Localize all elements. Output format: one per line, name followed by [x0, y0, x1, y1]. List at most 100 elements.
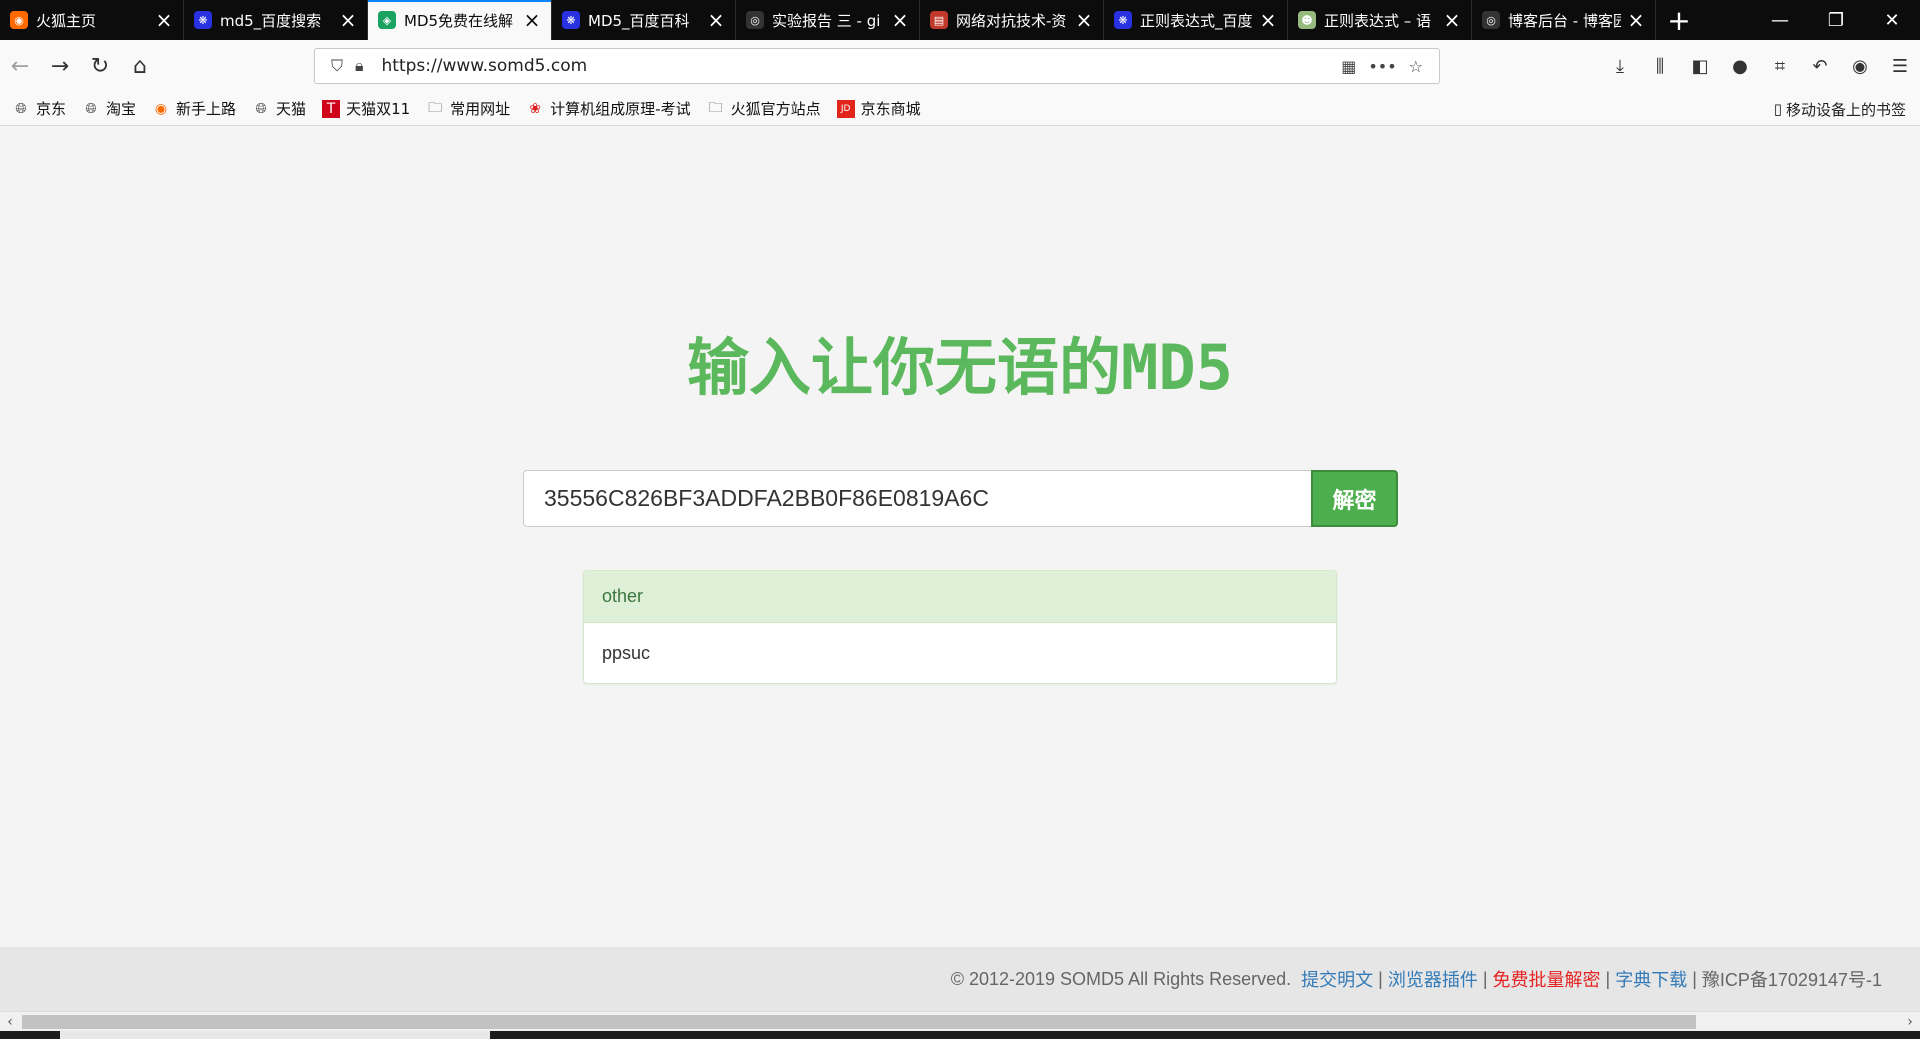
footer-link-submit-plaintext[interactable]: 提交明文 — [1301, 966, 1373, 992]
tab-1[interactable]: ❋ md5_百度搜索 × — [184, 0, 368, 40]
close-window-icon[interactable]: ✕ — [1864, 0, 1920, 40]
bookmark-item[interactable]: ◉ 新手上路 — [152, 98, 236, 119]
bookmark-item[interactable]: 🗀︎ 常用网址 — [426, 98, 510, 119]
tab-title: 博客后台 - 博客园 — [1508, 11, 1621, 30]
close-tab-icon[interactable]: × — [1443, 8, 1461, 32]
page-actions-icon[interactable]: ••• — [1368, 57, 1396, 76]
separator: | — [1692, 968, 1697, 989]
qr-code-icon[interactable]: ▦ — [1341, 57, 1356, 76]
tab-2[interactable]: ◈ MD5免费在线解 × — [368, 0, 552, 40]
toolbar-icons: ⤓ ⫼ ◧ ● ⌗ ↶ ◉ ☰ — [1600, 46, 1920, 86]
footer-link-free-batch-decrypt[interactable]: 免费批量解密 — [1493, 966, 1601, 992]
footer-link-browser-plugin[interactable]: 浏览器插件 — [1388, 966, 1478, 992]
tab-title: 网络对抗技术-资 — [956, 11, 1067, 30]
mobile-bookmarks[interactable]: ▯ 移动设备上的书签 — [1774, 92, 1906, 126]
tab-strip: ◉ 火狐主页 × ❋ md5_百度搜索 × ◈ MD5免费在线解 × ❋ MD5_百度百科 × ◎ 实验报… — [0, 0, 1920, 40]
tab-7[interactable]: ☻ 正则表达式 – 语 × — [1288, 0, 1472, 40]
tab-5[interactable]: ▤ 网络对抗技术-资 × — [920, 0, 1104, 40]
bookmark-label: 淘宝 — [106, 100, 137, 118]
globe-icon: 🌐︎ — [15, 100, 27, 117]
new-tab-button[interactable]: + — [1656, 0, 1702, 40]
icp-license: 豫ICP备17029147号-1 — [1701, 970, 1882, 990]
bookmark-star-icon[interactable]: ☆ — [1409, 57, 1423, 76]
bookmark-item[interactable]: 🌐︎ 京东 — [12, 98, 66, 119]
library-icon[interactable]: ⫼ — [1640, 46, 1680, 86]
separator: | — [1605, 968, 1611, 989]
bookmark-item[interactable]: ❀ 计算机组成原理-考试 — [526, 98, 690, 119]
lock-icon[interactable]: 🔒︎ — [355, 56, 364, 76]
screenshot-crop-icon[interactable]: ⌗ — [1760, 46, 1800, 86]
navigation-toolbar: ← → ↻ ⌂ ⛉ 🔒︎ https://www.somd5.com ▦ •••… — [0, 40, 1920, 92]
reload-icon[interactable]: ↻ — [80, 46, 120, 86]
close-tab-icon[interactable]: × — [1075, 8, 1093, 32]
bookmark-label: 火狐官方站点 — [730, 100, 821, 118]
scroll-left-icon[interactable]: ‹ — [0, 1012, 20, 1032]
baidu-paw-icon: ❋ — [1114, 11, 1132, 29]
bookmark-item[interactable]: 🌐︎ 淘宝 — [82, 98, 136, 119]
github-icon: ◎ — [746, 11, 764, 29]
shield-icon[interactable]: ⛉ — [331, 56, 343, 76]
close-tab-icon[interactable]: × — [1627, 8, 1645, 32]
bookmark-item[interactable]: JD 京东商城 — [836, 98, 921, 119]
account-icon[interactable]: ◉ — [1840, 46, 1880, 86]
firefox-icon: ◉ — [10, 11, 28, 29]
back-icon[interactable]: ← — [0, 46, 40, 86]
bookmark-item[interactable]: T 天猫双11 — [322, 98, 410, 119]
address-bar[interactable]: ⛉ 🔒︎ https://www.somd5.com ▦ ••• ☆ — [314, 48, 1440, 84]
bookmark-label: 京东商城 — [860, 100, 921, 118]
tab-title: MD5免费在线解 — [404, 11, 514, 30]
url-text[interactable]: https://www.somd5.com — [382, 56, 1336, 76]
folder-icon: 🗀︎ — [428, 99, 443, 116]
tab-0[interactable]: ◉ 火狐主页 × — [0, 0, 184, 40]
horizontal-scrollbar[interactable]: ‹ › — [0, 1011, 1920, 1031]
md5-hash-input[interactable] — [523, 470, 1311, 527]
bookmark-label: 新手上路 — [176, 100, 237, 118]
taskbar-strip — [0, 1031, 1920, 1039]
menu-icon[interactable]: ☰ — [1880, 46, 1920, 86]
close-tab-icon[interactable]: × — [707, 8, 725, 32]
sidebar-icon[interactable]: ◧ — [1680, 46, 1720, 86]
result-panel: other ppsuc — [583, 570, 1337, 684]
baidu-paw-icon: ❋ — [194, 11, 212, 29]
book-icon: ▤ — [930, 11, 948, 29]
scrollbar-thumb[interactable] — [22, 1015, 1696, 1029]
mobile-bookmarks-label: 移动设备上的书签 — [1785, 100, 1906, 119]
tab-3[interactable]: ❋ MD5_百度百科 × — [552, 0, 736, 40]
decrypt-button[interactable]: 解密 — [1311, 470, 1398, 527]
close-tab-icon[interactable]: × — [523, 8, 541, 32]
result-plaintext: ppsuc — [602, 642, 651, 663]
tab-title: md5_百度搜索 — [220, 11, 322, 30]
undo-icon[interactable]: ↶ — [1800, 46, 1840, 86]
close-tab-icon[interactable]: × — [339, 8, 357, 32]
window-controls: — ❐ ✕ — [1752, 0, 1920, 40]
scroll-right-icon[interactable]: › — [1900, 1012, 1920, 1032]
tab-4[interactable]: ◎ 实验报告 三 - gi × — [736, 0, 920, 40]
tab-8[interactable]: ◎ 博客后台 - 博客园 × — [1472, 0, 1656, 40]
bookmark-item[interactable]: 🌐︎ 天猫 — [252, 98, 306, 119]
bookmark-label: 计算机组成原理-考试 — [550, 100, 691, 118]
tab-title: 正则表达式_百度 — [1140, 11, 1253, 30]
tab-6[interactable]: ❋ 正则表达式_百度 × — [1104, 0, 1288, 40]
minimize-icon[interactable]: — — [1752, 0, 1808, 40]
result-type: other — [584, 571, 1336, 623]
mobile-phone-icon: ▯ — [1773, 100, 1782, 118]
home-icon[interactable]: ⌂ — [120, 46, 160, 86]
tab-title: 正则表达式 – 语 — [1324, 11, 1432, 30]
github-icon: ◎ — [1482, 11, 1500, 29]
bookmark-label: 常用网址 — [450, 100, 511, 118]
separator: | — [1378, 968, 1383, 989]
page-footer: © 2012-2019 SOMD5 All Rights Reserved. 提… — [0, 947, 1920, 1011]
restore-icon[interactable]: ❐ — [1808, 0, 1864, 40]
close-tab-icon[interactable]: × — [155, 8, 173, 32]
bookmark-item[interactable]: 🗀︎ 火狐官方站点 — [707, 98, 821, 119]
tab-title: 实验报告 三 - gi — [772, 11, 881, 30]
globe-icon: 🌐︎ — [255, 100, 267, 117]
close-tab-icon[interactable]: × — [891, 8, 909, 32]
tmall-icon: T — [322, 99, 341, 118]
download-icon[interactable]: ⤓ — [1600, 46, 1640, 86]
forward-icon[interactable]: → — [40, 46, 80, 86]
footer-link-dictionary-download[interactable]: 字典下载 — [1615, 966, 1687, 992]
folder-icon: 🗀︎ — [708, 99, 723, 116]
close-tab-icon[interactable]: × — [1259, 8, 1277, 32]
chat-icon[interactable]: ● — [1720, 46, 1760, 86]
